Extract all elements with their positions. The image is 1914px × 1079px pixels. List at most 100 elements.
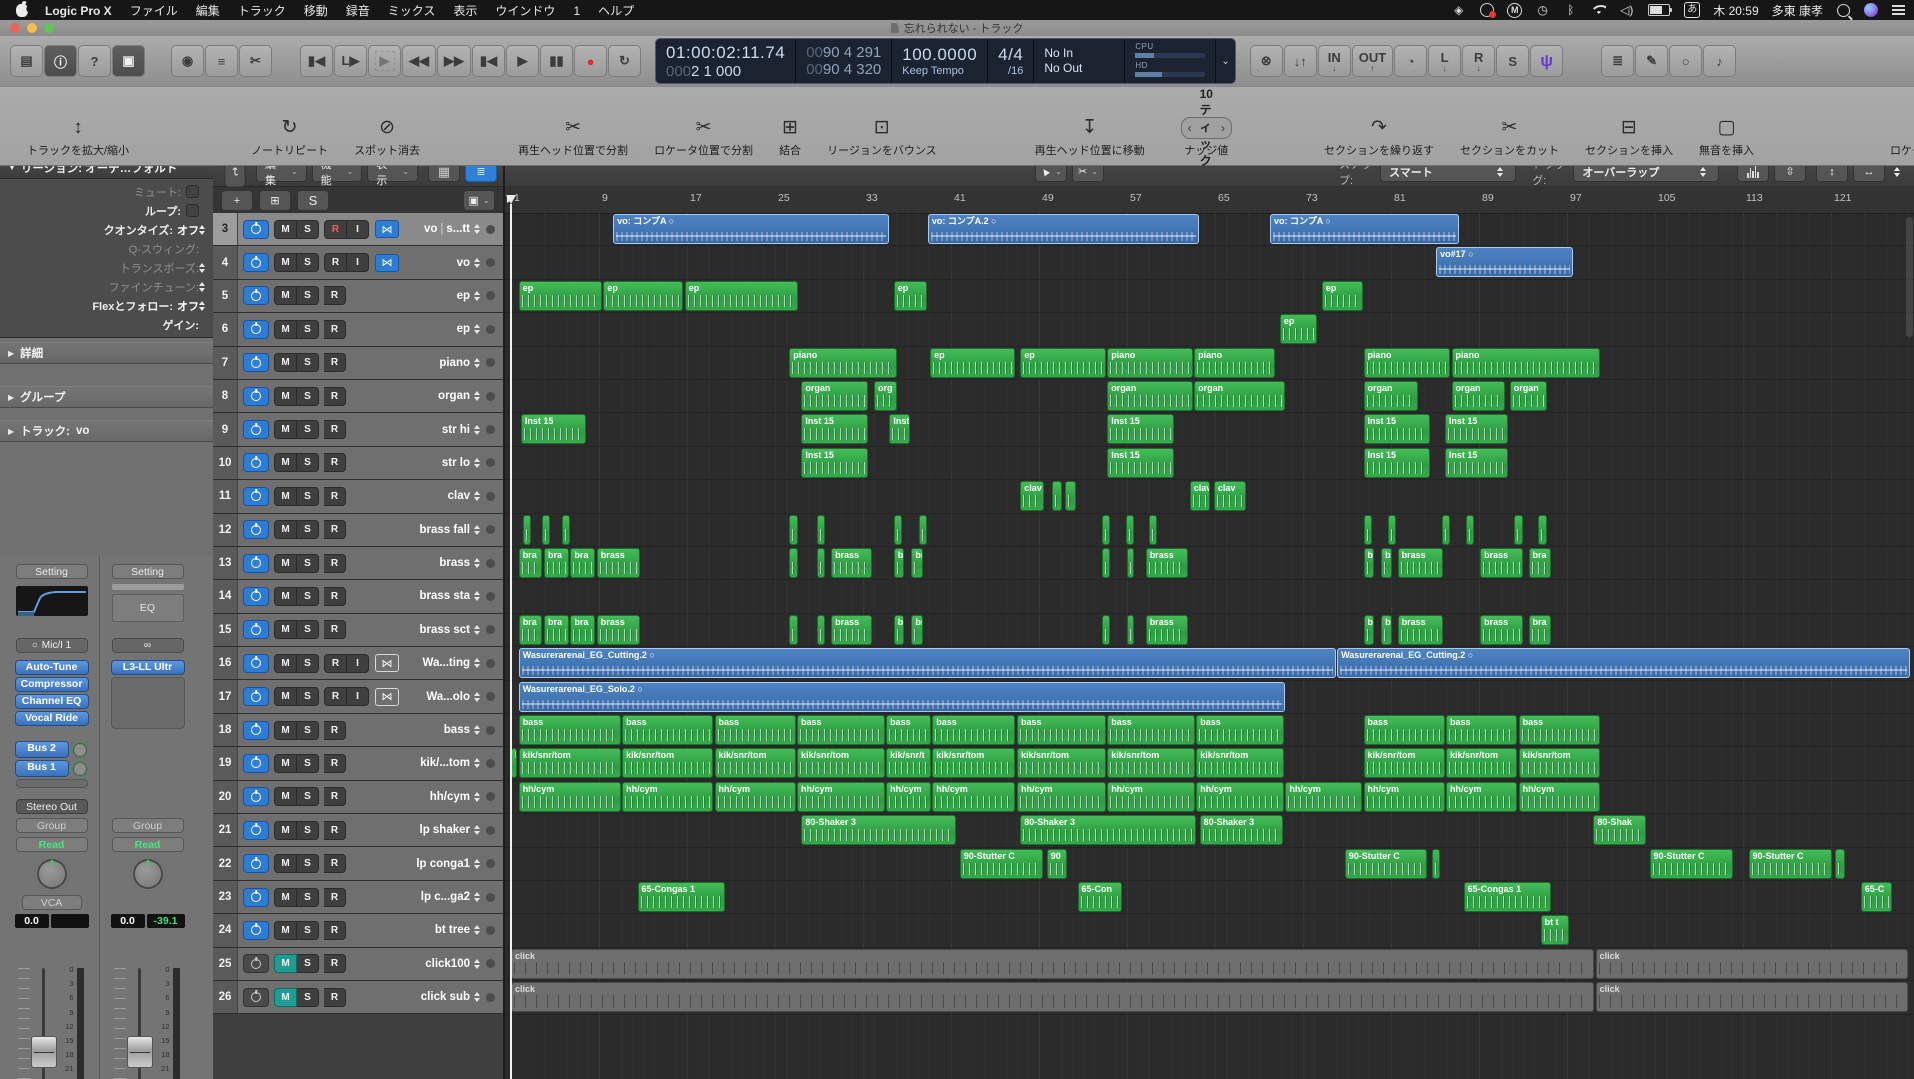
patch-stepper-icon[interactable] (474, 257, 480, 268)
region-clip[interactable] (1149, 514, 1158, 545)
region-bra[interactable]: bra (1381, 548, 1392, 578)
track-header-lp shaker[interactable]: 21 M S Rlp shaker (213, 814, 503, 848)
track-power-button[interactable] (243, 820, 269, 840)
track-record-button[interactable]: R (324, 286, 346, 306)
track-solo-button[interactable]: S (297, 586, 319, 606)
region-brass[interactable]: brass (1397, 614, 1444, 645)
track-mute-button[interactable]: M (274, 854, 297, 874)
quick-help-button[interactable]: ? (78, 45, 111, 77)
track-name[interactable]: lp c...ga2 (421, 891, 470, 903)
track-power-button[interactable] (243, 720, 269, 740)
region-ki[interactable]: ki (511, 748, 518, 779)
region-hh/cym[interactable]: hh/cym (1446, 781, 1518, 812)
region-click[interactable]: click (511, 948, 1595, 979)
track-header-brass sta[interactable]: 14 M S Rbrass sta (213, 580, 503, 614)
track-header-brass fall[interactable]: 12 M S Rbrass fall (213, 513, 503, 547)
track-solo-button[interactable]: S (297, 720, 319, 740)
region-Inst 15[interactable]: Inst 15 (1444, 414, 1509, 445)
track-name[interactable]: lp conga1 (416, 858, 470, 870)
region-clip[interactable] (1441, 514, 1450, 545)
track-solo-button[interactable]: S (297, 420, 319, 440)
track-solo-button[interactable]: S (297, 486, 319, 506)
region-clip[interactable] (816, 548, 826, 578)
plugin-slot[interactable]: Channel EQ (14, 694, 89, 709)
track-solo-button[interactable]: S (297, 553, 319, 573)
region-kik/snr/t[interactable]: kik/snr/t (886, 748, 931, 779)
track-mute-button[interactable]: M (274, 286, 297, 306)
region-param[interactable]: Flexとフォロー: オフ (0, 296, 213, 315)
balance-knob[interactable] (132, 859, 163, 889)
menu-item-編集[interactable]: 編集 (187, 4, 229, 18)
region-kik/snr/tom[interactable]: kik/snr/tom (1196, 748, 1284, 779)
region-65-Congas 1[interactable]: 65-Congas 1 (1463, 882, 1552, 912)
tool-bounce-regions[interactable]: ⊡ リージョンをバウンス (814, 117, 950, 158)
region-bra[interactable]: bra (893, 614, 905, 645)
track-header-lp c...ga2[interactable]: 23 M S Rlp c...ga2 (213, 880, 503, 915)
minimize-window-button[interactable] (27, 23, 37, 33)
tool-track-zoom[interactable]: ↕ トラックを拡大/縮小 (14, 117, 142, 158)
vertical-scrollbar[interactable] (1906, 217, 1913, 337)
lcd-load-meters[interactable]: CPU HD (1125, 39, 1217, 83)
region-brass[interactable]: brass (1145, 614, 1189, 645)
region-brass[interactable]: brass (596, 548, 641, 578)
menubar-user[interactable]: 多東 康孝 (1772, 2, 1823, 19)
track-record-button[interactable]: R (324, 553, 346, 573)
track-name[interactable]: str lo (442, 457, 470, 469)
volume-fader[interactable]: 03691215182124303540455060 (112, 965, 184, 1079)
track-lane[interactable] (505, 246, 1914, 280)
track-record-button[interactable]: R (324, 854, 346, 874)
automation-mode-button[interactable]: Read (111, 837, 184, 852)
track-mute-button[interactable]: M (274, 887, 297, 907)
region-org[interactable]: org (874, 381, 897, 411)
track-mute-button[interactable]: M (274, 386, 297, 406)
track-solo-button[interactable]: S (297, 920, 319, 940)
patch-stepper-icon[interactable] (474, 391, 480, 402)
tool-move-to-playhead[interactable]: ↧ 再生ヘッド位置に移動 (1022, 117, 1158, 158)
wifi-icon[interactable] (1591, 3, 1606, 18)
region-clip[interactable] (1065, 481, 1076, 512)
track-header-brass[interactable]: 13 M S Rbrass (213, 546, 503, 581)
region-param[interactable]: クオンタイズ: オフ (0, 220, 213, 239)
track-power-button[interactable] (243, 520, 269, 540)
region-clip[interactable] (1125, 514, 1135, 545)
zoom-window-button[interactable] (44, 23, 54, 33)
track-name[interactable]: hh/cym (430, 791, 470, 803)
region-bra[interactable]: bra (911, 614, 924, 645)
track-lane[interactable] (505, 313, 1914, 347)
tool-insert-section[interactable]: ⊟ セクションを挿入 (1572, 117, 1686, 158)
region-clip[interactable] (1101, 514, 1111, 545)
region-clav[interactable]: clav (1020, 481, 1045, 512)
track-header-ep[interactable]: 6 M S Rep (213, 313, 503, 347)
region-brass[interactable]: brass (1145, 548, 1189, 578)
strip-setting-button[interactable]: Setting (111, 564, 184, 579)
lcd-chevron-icon[interactable]: ⌄ (1216, 39, 1234, 83)
region-clip[interactable] (1101, 548, 1111, 578)
track-record-button[interactable]: R (324, 386, 346, 406)
region-ep[interactable]: ep (518, 280, 602, 311)
track-mute-button[interactable]: M (274, 219, 297, 239)
track-header-hh/cym[interactable]: 20 M S Rhh/cym (213, 780, 503, 815)
track-record-button[interactable]: R (324, 954, 346, 974)
region-Inst[interactable]: Inst (889, 414, 910, 445)
track-power-button[interactable] (243, 954, 269, 974)
track-record-button[interactable]: R (324, 520, 346, 540)
apple-menu-icon[interactable] (16, 3, 28, 17)
track-record-button[interactable]: R (324, 687, 347, 707)
volume-readout[interactable]: 0.0 -39.1 (110, 914, 185, 928)
play-from-left-button[interactable]: L▶ (334, 45, 367, 77)
flex-mode-icon[interactable]: ⋈ (375, 220, 399, 239)
track-header-Wa...olo[interactable]: 17 M S R I ⋈ Wa...olo (213, 680, 503, 714)
patch-stepper-icon[interactable] (474, 658, 480, 669)
menu-item-表示[interactable]: 表示 (444, 4, 486, 18)
patch-stepper-icon[interactable] (474, 958, 480, 969)
region-hh/cym[interactable]: hh/cym (1363, 781, 1445, 812)
input-method-icon[interactable]: あ (1684, 2, 1701, 18)
track-name[interactable]: bt tree (435, 924, 470, 936)
volume-icon[interactable]: ◁) (1619, 3, 1634, 18)
pause-button[interactable]: ▮▮ (540, 45, 573, 77)
track-power-button[interactable] (243, 753, 269, 773)
region-clip[interactable] (1101, 614, 1111, 645)
patch-stepper-icon[interactable] (474, 357, 480, 368)
patch-stepper-icon[interactable] (474, 457, 480, 468)
track-input-monitor-button[interactable]: I (347, 687, 369, 707)
